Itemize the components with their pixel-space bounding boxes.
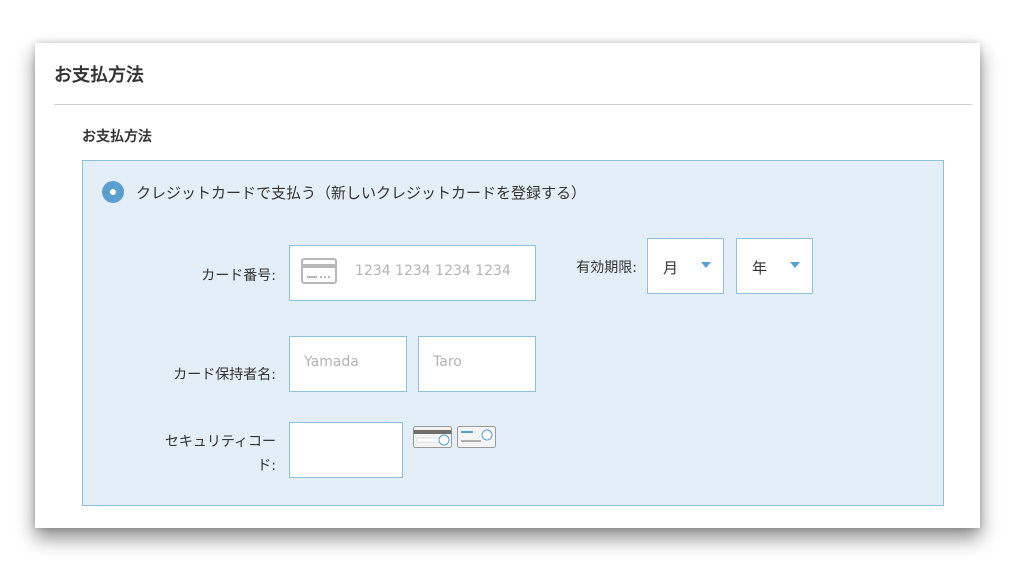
expiry-month-value: 月 [663,259,679,277]
payment-window: お支払方法 お支払方法 クレジットカードで支払う（新しいクレジットカードを登録す… [35,43,980,528]
caret-down-icon [701,262,711,268]
card-number-label: カード番号: [201,268,276,284]
expiry-year-value: 年 [752,259,768,277]
first-name-placeholder: Taro [433,354,462,370]
last-name-placeholder: Yamada [304,354,359,370]
card-number-input[interactable]: 1234 1234 1234 1234 [289,245,536,301]
card-front-cvc-icon [457,426,496,448]
security-code-label-line2: ド: [257,458,276,474]
credit-card-icon [301,258,337,284]
credit-card-panel: クレジットカードで支払う（新しいクレジットカードを登録する） カード番号: 12… [82,160,944,506]
card-number-placeholder: 1234 1234 1234 1234 [355,263,511,279]
credit-card-option-label[interactable]: クレジットカードで支払う（新しいクレジットカードを登録する） [136,182,586,203]
expiry-year-select[interactable]: 年 [736,238,813,294]
card-holder-first-name-input[interactable]: Taro [418,336,536,392]
card-holder-last-name-input[interactable]: Yamada [289,336,407,392]
security-code-label-line1: セキュリティコー [164,434,276,450]
expiry-label: 有効期限: [576,260,637,276]
card-back-cvc-icon [413,426,452,448]
security-code-input[interactable] [289,422,403,478]
header-divider [54,104,972,105]
caret-down-icon [790,262,800,268]
credit-card-radio[interactable] [102,181,124,203]
card-holder-label: カード保持者名: [173,367,276,383]
security-code-hint-icons [413,426,496,448]
radio-selected-dot [110,189,116,195]
expiry-month-select[interactable]: 月 [647,238,724,294]
page-title: お支払方法 [54,65,144,86]
section-title: お支払方法 [82,129,152,145]
